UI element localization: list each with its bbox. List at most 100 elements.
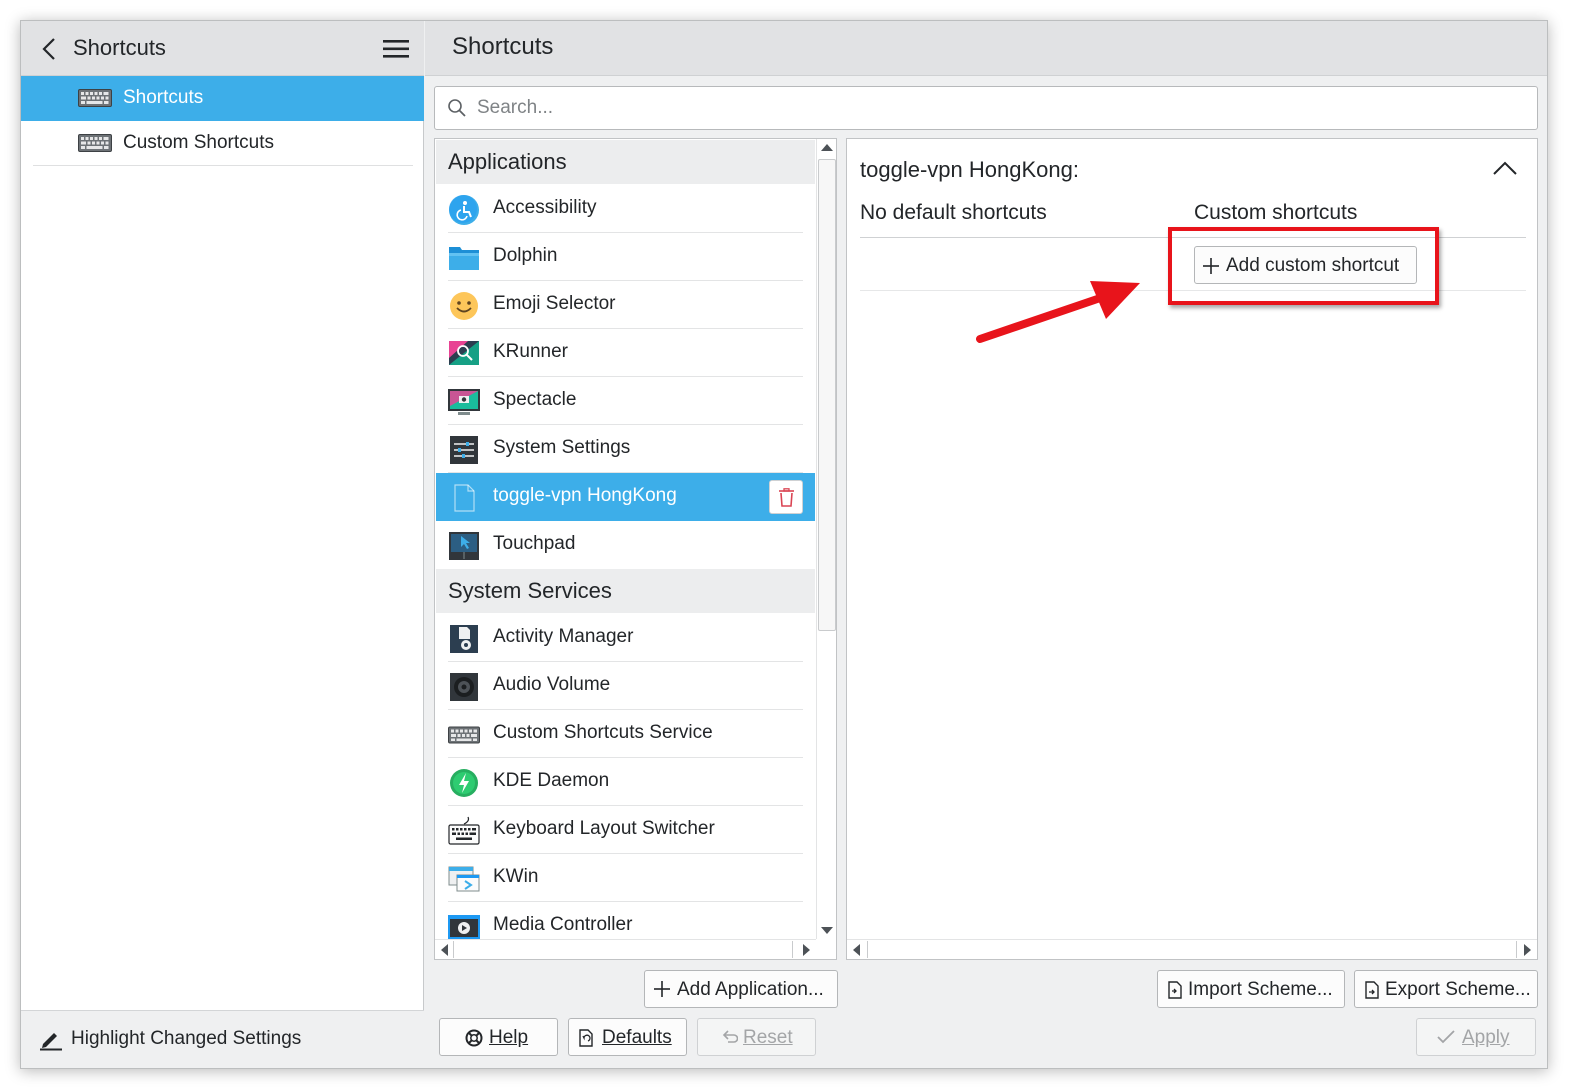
list-item-kde-daemon[interactable]: KDE Daemon: [436, 758, 815, 806]
list-item-audio-volume[interactable]: Audio Volume: [436, 662, 815, 710]
scroll-right-arrow-icon[interactable]: [803, 944, 811, 956]
document-import-icon: [1168, 981, 1182, 999]
list-item-label: Keyboard Layout Switcher: [493, 818, 715, 839]
sidebar-item-custom-shortcuts[interactable]: Custom Shortcuts: [21, 121, 424, 166]
list-vertical-scrollbar[interactable]: [816, 139, 836, 939]
keyboard-icon: [78, 134, 112, 152]
document-revert-icon: [579, 1029, 593, 1047]
main-area: Shortcuts Applications: [425, 21, 1547, 1068]
sidebar-title: Shortcuts: [73, 35, 166, 60]
detail-title: toggle-vpn HongKong:: [860, 157, 1079, 182]
emoji-icon: [450, 292, 478, 320]
list-item-label: KDE Daemon: [493, 770, 610, 791]
krunner-icon: [449, 341, 479, 365]
page-title: Shortcuts: [452, 33, 554, 60]
scroll-up-arrow-icon[interactable]: [821, 143, 833, 151]
sidebar-item-label: Custom Shortcuts: [123, 132, 274, 153]
list-item-kwin[interactable]: KWin: [436, 854, 815, 902]
list-item-label: Audio Volume: [493, 674, 611, 695]
scroll-down-arrow-icon[interactable]: [821, 927, 833, 935]
help-button[interactable]: Help: [439, 1018, 558, 1056]
default-shortcuts-heading: No default shortcuts: [860, 201, 1047, 224]
list-item-label: KRunner: [493, 341, 568, 362]
search-icon: [448, 99, 466, 117]
chevron-up-icon[interactable]: [1492, 159, 1518, 177]
document-export-icon: [1365, 981, 1379, 999]
list-horizontal-scrollbar[interactable]: [435, 939, 816, 959]
defaults-button[interactable]: Defaults: [568, 1018, 687, 1056]
help-lifebuoy-icon: [465, 1029, 483, 1047]
search-field[interactable]: [434, 86, 1538, 130]
sidebar-item-shortcuts[interactable]: Shortcuts: [21, 76, 424, 121]
list-item-keyboard-layout-switcher[interactable]: Keyboard Layout Switcher: [436, 806, 815, 854]
list-item-label: Dolphin: [493, 245, 558, 266]
highlight-changed-settings-label: Highlight Changed Settings: [71, 1028, 302, 1049]
scroll-left-arrow-icon[interactable]: [852, 944, 860, 956]
system-settings-icon: [450, 436, 478, 464]
detail-horizontal-scrollbar[interactable]: [847, 939, 1537, 959]
list-item-label: Touchpad: [493, 533, 576, 554]
list-item-custom-shortcuts-service[interactable]: Custom Shortcuts Service: [436, 710, 815, 758]
keyboard-icon: [78, 89, 112, 107]
back-arrow-icon[interactable]: [39, 37, 59, 61]
spectacle-icon: [448, 389, 480, 415]
keyboard-icon: [448, 726, 480, 744]
touchpad-icon: [449, 532, 479, 560]
list-item-label: Custom Shortcuts Service: [493, 722, 713, 743]
audio-volume-icon: [450, 673, 478, 701]
list-item-activity-manager[interactable]: Activity Manager: [436, 614, 815, 662]
keyboard-layout-icon: [448, 816, 480, 845]
annotation-arrow-icon: [976, 281, 1140, 343]
group-header-system-services: System Services: [436, 569, 815, 613]
scrollbar-thumb[interactable]: [818, 159, 836, 631]
list-item-label: toggle-vpn HongKong: [493, 485, 677, 506]
sidebar: Shortcuts Shortcuts Custom Shortcuts Hig…: [21, 21, 424, 1068]
import-scheme-button[interactable]: Import Scheme...: [1157, 970, 1345, 1008]
checkmark-icon: [1437, 1030, 1455, 1044]
list-item-system-settings[interactable]: System Settings: [436, 425, 815, 473]
scroll-left-arrow-icon[interactable]: [440, 944, 448, 956]
group-header-applications: Applications: [436, 140, 815, 184]
annotation-highlight-box: [1168, 227, 1439, 305]
sidebar-item-label: Shortcuts: [123, 87, 204, 108]
system-settings-window: Shortcuts Shortcuts Custom Shortcuts Hig…: [20, 20, 1548, 1069]
list-item-touchpad[interactable]: Touchpad: [436, 521, 815, 569]
reset-button[interactable]: Reset: [697, 1018, 816, 1056]
list-item-label: Media Controller: [493, 914, 633, 935]
highlight-pen-icon: [40, 1033, 62, 1051]
list-item-dolphin[interactable]: Dolphin: [436, 233, 815, 281]
list-item-krunner[interactable]: KRunner: [436, 329, 815, 377]
list-item-label: System Settings: [493, 437, 631, 458]
main-header: Shortcuts: [425, 21, 1547, 76]
sidebar-header: Shortcuts: [21, 21, 424, 76]
apply-button[interactable]: Apply: [1416, 1018, 1536, 1056]
delete-button[interactable]: [769, 480, 803, 514]
list-item-label: KWin: [493, 866, 539, 887]
list-item-toggle-vpn-hongkong[interactable]: toggle-vpn HongKong: [436, 473, 815, 521]
export-scheme-button[interactable]: Export Scheme...: [1354, 970, 1538, 1008]
list-item-label: Accessibility: [493, 197, 597, 218]
undo-icon: [722, 1030, 738, 1043]
scrollbar-thumb[interactable]: [867, 941, 1517, 958]
shortcut-detail-panel: toggle-vpn HongKong: No default shortcut…: [846, 138, 1538, 960]
list-item-label: Spectacle: [493, 389, 577, 410]
search-input[interactable]: [475, 93, 1525, 123]
scroll-right-arrow-icon[interactable]: [1524, 944, 1532, 956]
list-item-label: Activity Manager: [493, 626, 634, 647]
component-list: Applications Accessibility Dolphin Emoji…: [434, 138, 837, 960]
add-application-button[interactable]: Add Application...: [644, 970, 838, 1008]
trash-icon: [779, 488, 794, 507]
list-item-label: Emoji Selector: [493, 293, 616, 314]
plus-icon: [654, 981, 670, 997]
list-item-spectacle[interactable]: Spectacle: [436, 377, 815, 425]
accessibility-icon: [449, 195, 479, 225]
list-item-accessibility[interactable]: Accessibility: [436, 185, 815, 233]
file-icon: [454, 484, 475, 512]
kwin-icon: [448, 866, 480, 892]
scrollbar-thumb[interactable]: [453, 941, 793, 958]
highlight-changed-settings-button[interactable]: Highlight Changed Settings: [21, 1010, 424, 1068]
folder-icon: [449, 247, 479, 270]
list-item-emoji-selector[interactable]: Emoji Selector: [436, 281, 815, 329]
hamburger-menu-icon[interactable]: [383, 38, 409, 60]
kde-daemon-icon: [450, 769, 478, 797]
